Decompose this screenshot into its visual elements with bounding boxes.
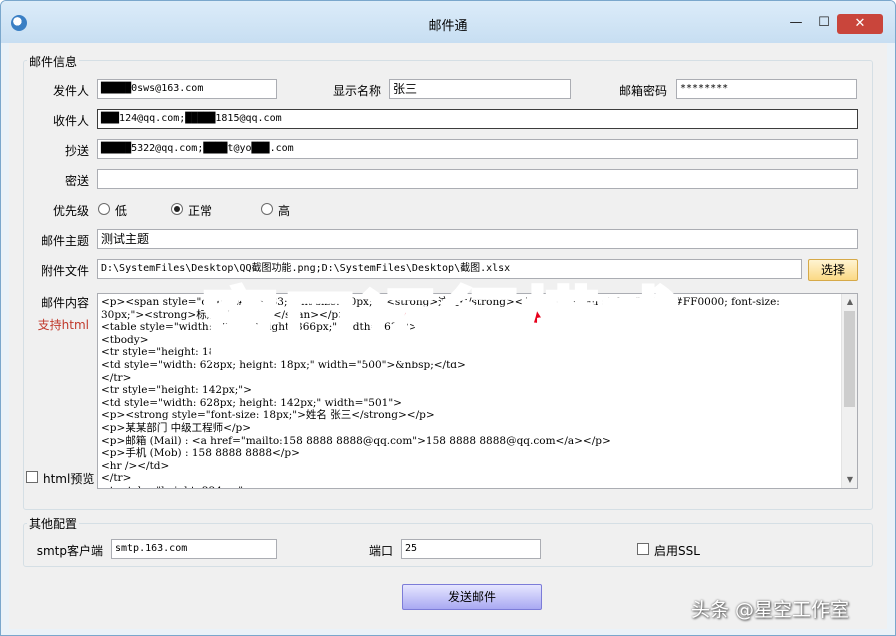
priority-high-label: 高 <box>278 204 291 218</box>
maximize-button[interactable]: ☐ <box>811 13 837 33</box>
bcc-label: 密送 <box>64 174 89 188</box>
window-title: 邮件通 <box>428 19 468 34</box>
cc-input[interactable]: █████5322@qq.com;████t@yo███.com <box>97 139 858 159</box>
ssl-checkbox[interactable] <box>637 543 649 555</box>
mail-info-title: 邮件信息 <box>27 53 80 70</box>
priority-normal-label: 正常 <box>188 204 213 218</box>
content-line: <p>邮箱 (Mail) : <a href="mailto:158 8888 … <box>101 434 611 447</box>
minimize-button[interactable]: — <box>783 13 809 33</box>
bcc-input[interactable] <box>97 169 858 189</box>
title-bar: 邮件通 — ☐ ✕ <box>1 1 895 43</box>
html-preview-label: html预览 <box>43 472 95 486</box>
content-line: <p>手机 (Mob) : 158 8888 8888</p> <box>101 447 300 460</box>
scroll-thumb[interactable] <box>844 311 855 407</box>
port-input[interactable]: 25 <box>401 539 541 559</box>
html-preview-checkbox[interactable] <box>26 471 38 483</box>
to-label: 收件人 <box>52 114 89 128</box>
other-config-title: 其他配置 <box>27 515 80 532</box>
content-line: </tr> <box>101 472 132 485</box>
scroll-up-icon[interactable]: ▲ <box>842 294 857 310</box>
password-label: 邮箱密码 <box>618 84 667 98</box>
port-label: 端口 <box>368 544 393 558</box>
sender-label: 发件人 <box>52 84 89 98</box>
smtp-label: smtp客户端 <box>36 544 103 558</box>
scroll-down-icon[interactable]: ▼ <box>842 472 857 488</box>
content-line: <tr style="height: 224px;"> <box>101 485 780 488</box>
display-name-input[interactable]: 张三 <box>389 79 571 99</box>
subject-label: 邮件主题 <box>40 234 89 248</box>
overlay-caption: 窗口运行模式 <box>199 279 682 373</box>
subject-input[interactable]: 测试主题 <box>97 229 858 249</box>
display-name-label: 显示名称 <box>332 84 381 98</box>
cc-label: 抄送 <box>64 144 89 158</box>
select-file-button[interactable]: 选择 <box>808 259 858 281</box>
send-button[interactable]: 发送邮件 <box>402 584 542 610</box>
ssl-label: 启用SSL <box>654 544 700 558</box>
attachment-label: 附件文件 <box>40 264 89 278</box>
content-line: <p><strong style="font-size: 18px;">姓名 张… <box>101 409 435 422</box>
password-input[interactable]: ******** <box>676 79 857 99</box>
content-label: 邮件内容 <box>40 296 89 310</box>
priority-high-radio[interactable] <box>261 203 273 215</box>
smtp-input[interactable]: smtp.163.com <box>111 539 277 559</box>
content-line: <p>某某部门 中级工程师</p> <box>101 421 252 434</box>
priority-low-label: 低 <box>115 204 128 218</box>
priority-label: 优先级 <box>52 204 89 218</box>
priority-normal-radio[interactable] <box>171 203 183 215</box>
content-scrollbar[interactable]: ▲ ▼ <box>841 294 857 488</box>
priority-low-radio[interactable] <box>98 203 110 215</box>
app-window: 邮件通 — ☐ ✕ 邮件信息 发件人 █████0sws@163.com 显示名… <box>0 0 896 636</box>
sender-input[interactable]: █████0sws@163.com <box>97 79 277 99</box>
content-line: <hr /></td> <box>101 459 170 472</box>
to-input[interactable]: ███124@qq.com;█████1815@qq.com <box>97 109 858 129</box>
html-supported-note: 支持html <box>37 318 89 332</box>
watermark: 头条 @星空工作室 <box>691 599 850 621</box>
content-line: <tr style="height: 142px;"> <box>101 384 252 397</box>
content-line: <td style="width: 628px; height: 142px;"… <box>101 396 402 409</box>
close-button[interactable]: ✕ <box>837 14 883 34</box>
